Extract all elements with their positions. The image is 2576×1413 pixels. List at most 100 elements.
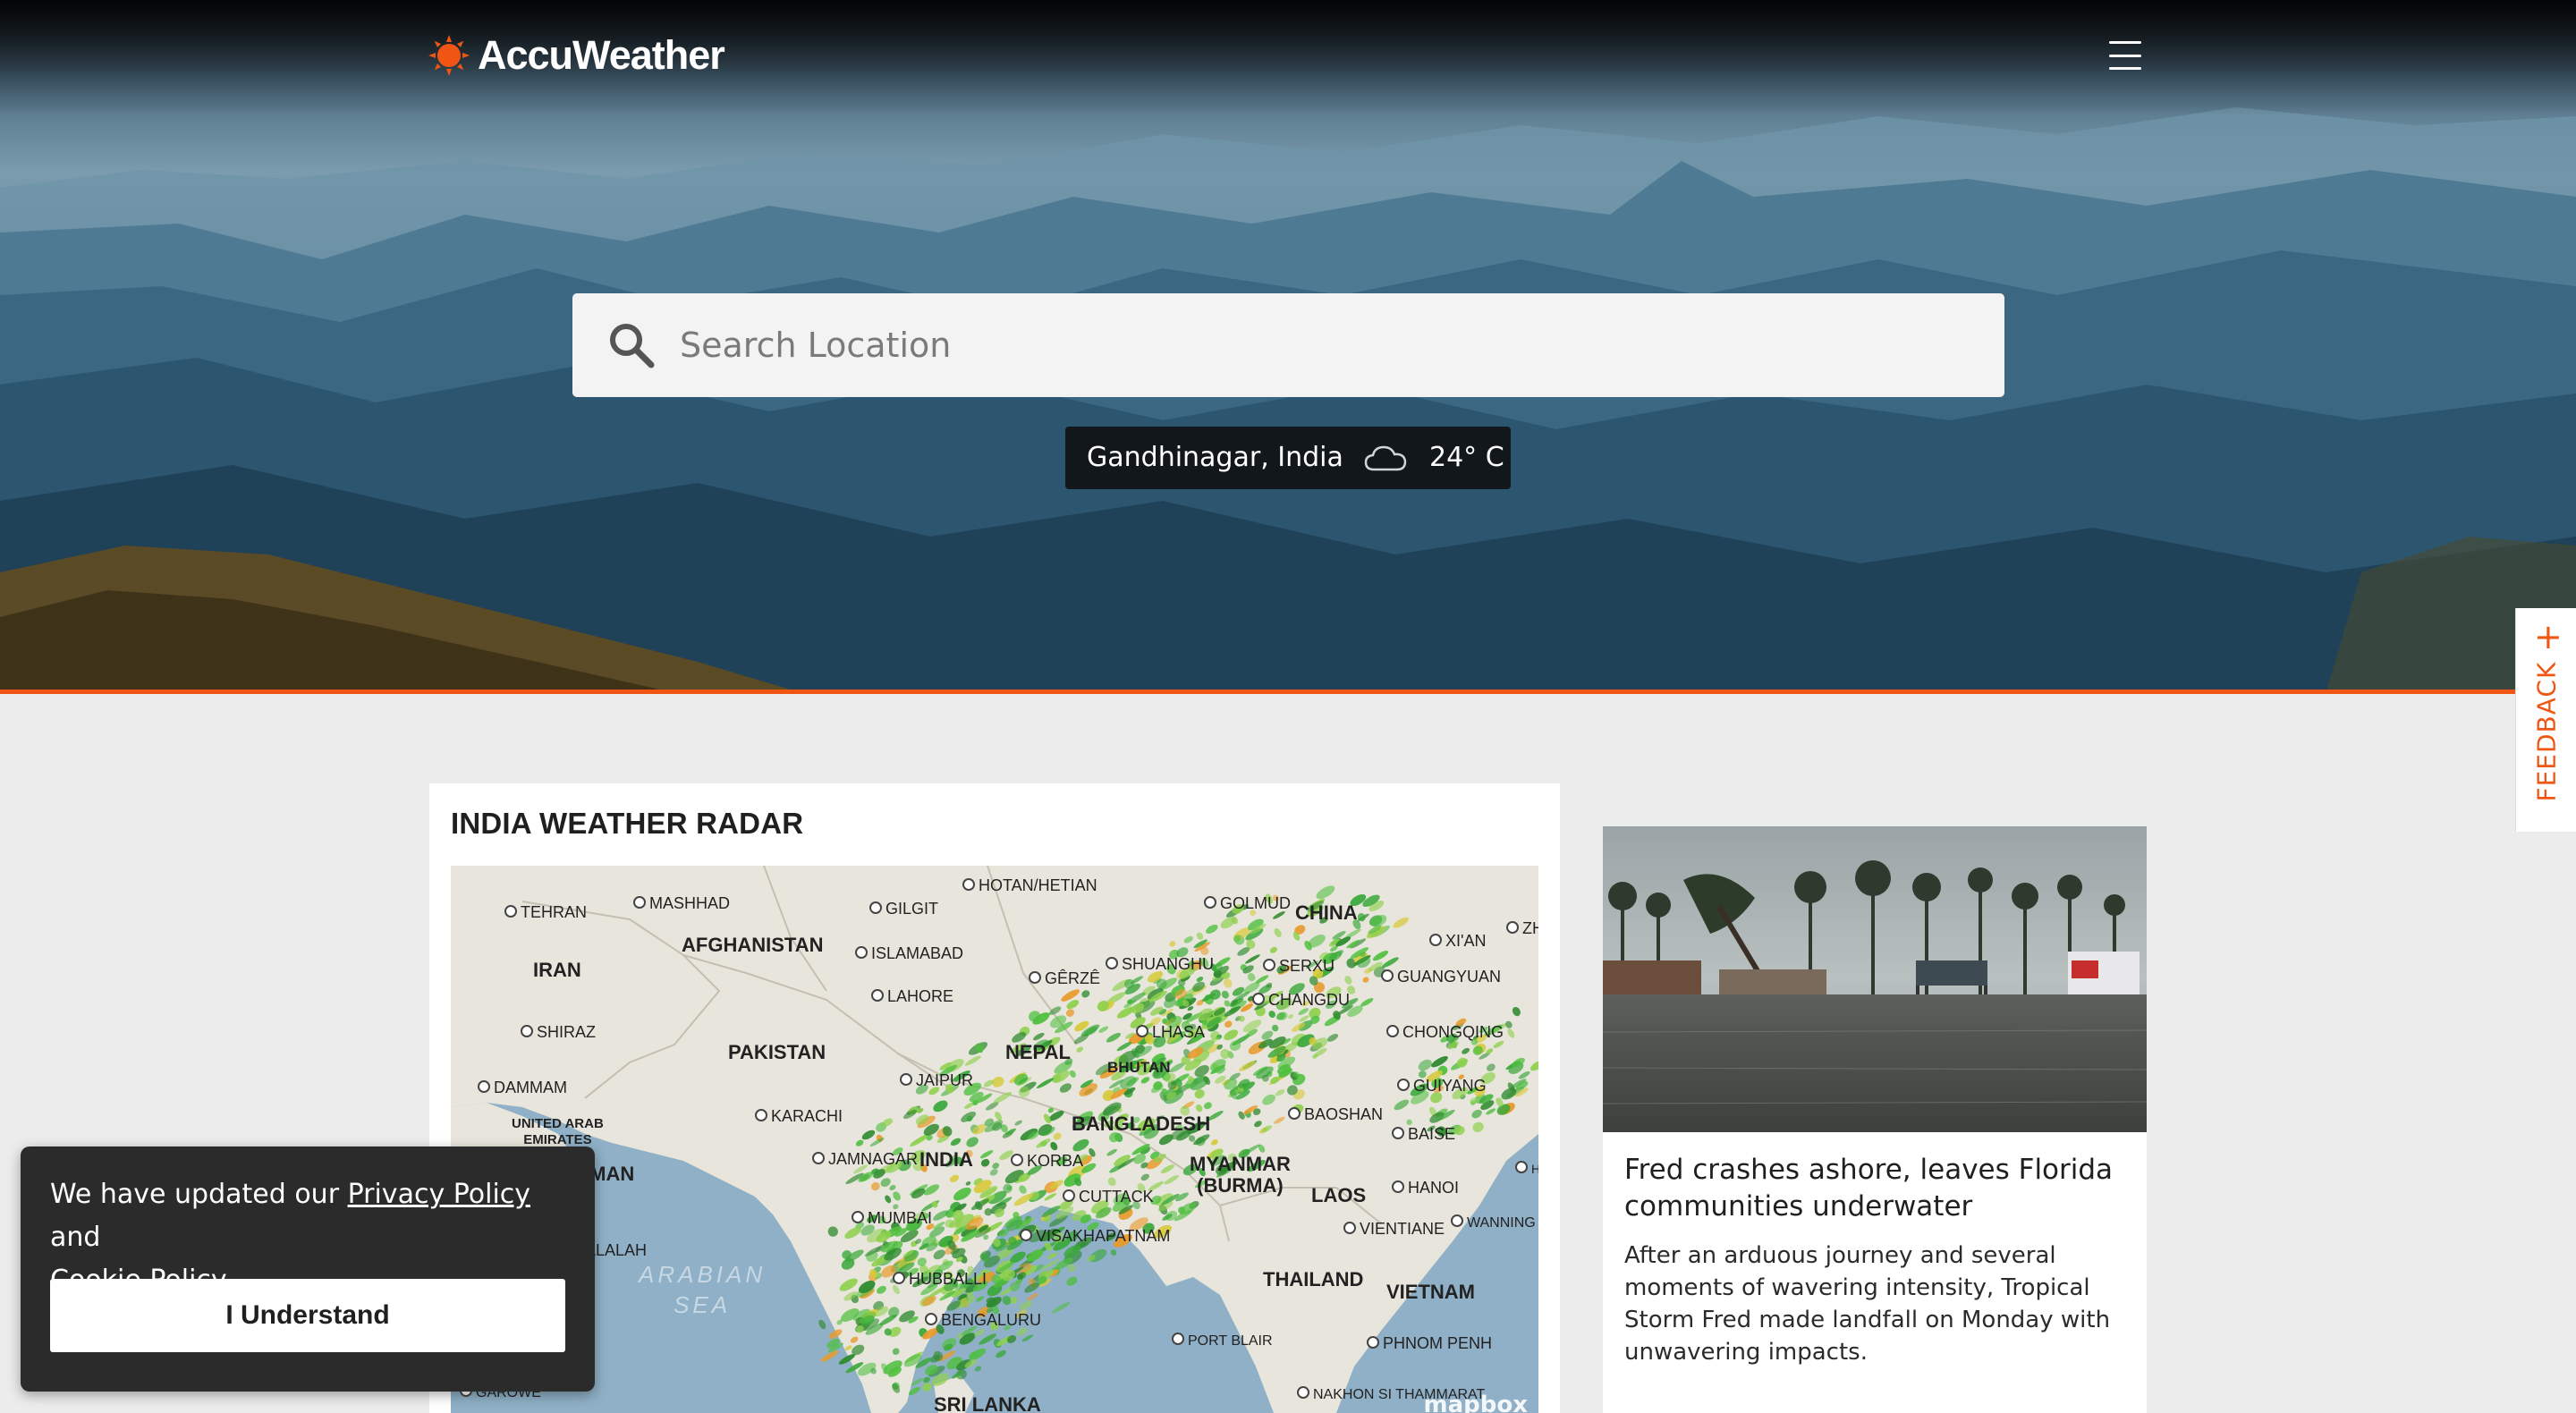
map-label-country: VIETNAM: [1386, 1281, 1475, 1303]
recent-location-temperature: 24° C: [1429, 442, 1504, 473]
top-navigation-bar: [0, 0, 2576, 116]
radar-precip-cell: [908, 1386, 920, 1395]
radar-title: INDIA WEATHER RADAR: [451, 807, 804, 840]
map-label-city: BAISE: [1392, 1125, 1455, 1144]
radar-precip-cell: [1512, 1006, 1521, 1017]
news-summary: After an arduous journey and several mom…: [1624, 1242, 2111, 1366]
radar-precip-cell: [1372, 951, 1389, 961]
map-label-city: GOLMUD: [1204, 894, 1291, 913]
radar-precip-cell: [839, 1278, 858, 1291]
radar-precip-cell: [1065, 1009, 1075, 1017]
radar-precip-cell: [1036, 1078, 1055, 1089]
map-label-country: BHUTAN: [1107, 1059, 1171, 1076]
recent-location-chip[interactable]: Gandhinagar, India 24° C: [1065, 427, 1511, 489]
radar-map[interactable]: AFGHANISTAN IRAN PAKISTAN NEPAL BHUTAN B…: [451, 866, 1538, 1413]
radar-precip-cell: [995, 1112, 1002, 1121]
i-understand-button[interactable]: I Understand: [50, 1279, 565, 1352]
map-label-city: CUTTACK: [1063, 1188, 1154, 1206]
radar-precip-cell: [1206, 924, 1218, 934]
map-label-city: MUMBAI: [852, 1209, 932, 1228]
accuweather-logo[interactable]: AccuWeather: [428, 32, 725, 79]
radar-precip-cell: [975, 1296, 985, 1302]
radar-precip-cell: [964, 1055, 981, 1066]
radar-precip-cell: [1107, 1177, 1116, 1187]
search-icon[interactable]: [606, 320, 657, 370]
map-label-city: ZH: [1506, 919, 1538, 938]
radar-precip-cell: [1238, 1015, 1245, 1022]
radar-precip-cell: [1269, 946, 1277, 953]
map-label-country: CHINA: [1295, 901, 1358, 924]
map-label-country: INDIA: [919, 1148, 973, 1171]
radar-precip-cell: [1224, 1000, 1231, 1007]
search-bar: [572, 293, 2004, 397]
radar-precip-cell: [1505, 1020, 1513, 1028]
radar-precip-cell: [1053, 1132, 1062, 1140]
map-label-city: KORBA: [1011, 1152, 1083, 1171]
map-label-city: GUIYANG: [1397, 1077, 1487, 1096]
radar-precip-cell: [996, 1350, 1006, 1358]
radar-precip-cell: [844, 1345, 852, 1351]
radar-precip-cell: [861, 1130, 876, 1140]
map-label-country: NEPAL: [1005, 1041, 1071, 1063]
map-label-city: WANNING: [1451, 1214, 1536, 1231]
radar-precip-cell: [1047, 1252, 1058, 1259]
map-label-city: GÊRZÊ: [1029, 969, 1100, 988]
radar-precip-cell: [1316, 885, 1335, 900]
radar-precip-cell: [980, 1158, 990, 1167]
map-label-city: GUANGYUAN: [1381, 968, 1501, 986]
radar-precip-cell: [827, 1226, 838, 1237]
map-label-city: MASHHAD: [633, 894, 730, 913]
map-label-city: SERXU: [1263, 957, 1335, 976]
radar-precip-cell: [1278, 1011, 1288, 1020]
radar-precip-cell: [1393, 917, 1409, 928]
radar-precip-cell: [1326, 1033, 1339, 1042]
radar-precip-cell: [828, 1329, 843, 1339]
map-label-country: AFGHANISTAN: [682, 934, 824, 956]
map-label-city: LAHORE: [871, 987, 953, 1006]
radar-precip-cell: [1268, 1011, 1275, 1019]
radar-precip-cell: [1238, 1061, 1256, 1072]
radar-precip-cell: [850, 1336, 859, 1343]
hamburger-menu-icon[interactable]: [2109, 41, 2141, 70]
radar-precip-cell: [1048, 1006, 1062, 1015]
radar-precip-cell: [950, 1138, 962, 1146]
radar-precip-cell: [1106, 1148, 1117, 1156]
radar-precip-cell: [1530, 1060, 1538, 1071]
radar-precip-cell: [933, 1100, 948, 1113]
radar-precip-cell: [838, 1354, 855, 1365]
news-headline[interactable]: Fred crashes ashore, leaves Florida comm…: [1624, 1152, 2125, 1225]
radar-precip-cell: [885, 1195, 892, 1204]
feedback-tab[interactable]: + FEEDBACK: [2515, 608, 2576, 832]
search-location-input[interactable]: [680, 318, 1968, 372]
radar-precipitation-layer: [818, 885, 1538, 1395]
radar-precip-cell: [1220, 1049, 1231, 1059]
privacy-policy-link[interactable]: Privacy Policy: [348, 1179, 530, 1210]
cookie-consent-banner: We have updated our Privacy Policy andCo…: [21, 1146, 595, 1392]
radar-precip-cell: [1106, 1032, 1122, 1043]
plus-icon: +: [2534, 617, 2563, 656]
radar-precip-cell: [1196, 932, 1204, 940]
radar-precip-cell: [1344, 976, 1352, 985]
radar-precip-cell: [1204, 1102, 1212, 1110]
recent-location-name: Gandhinagar, India: [1087, 442, 1343, 473]
map-label-city: SHUANGHU: [1106, 955, 1214, 974]
radar-precip-cell: [1486, 1063, 1496, 1071]
radar-precip-cell: [1221, 990, 1229, 999]
radar-precip-cell: [1110, 1249, 1117, 1256]
radar-precip-cell: [933, 1249, 945, 1260]
map-label-city: ISLAMABAD: [855, 944, 963, 963]
radar-precip-cell: [1254, 1121, 1262, 1128]
map-label-city: JAMNAGAR: [812, 1150, 918, 1169]
radar-precip-cell: [1274, 927, 1282, 938]
map-label-city: DAMMAM: [478, 1079, 567, 1097]
radar-precip-cell: [953, 1187, 971, 1201]
radar-precip-cell: [1006, 1335, 1017, 1343]
radar-precip-cell: [1140, 1173, 1150, 1181]
radar-precip-cell: [1245, 954, 1260, 964]
radar-precip-cell: [1224, 1020, 1233, 1028]
map-label-city: BENGALURU: [925, 1311, 1041, 1330]
radar-precip-cell: [992, 1163, 1000, 1170]
radar-precip-cell: [855, 1139, 864, 1146]
news-card[interactable]: Fred crashes ashore, leaves Florida comm…: [1603, 826, 2147, 1413]
mapbox-attribution[interactable]: mapbox: [1424, 1392, 1529, 1413]
